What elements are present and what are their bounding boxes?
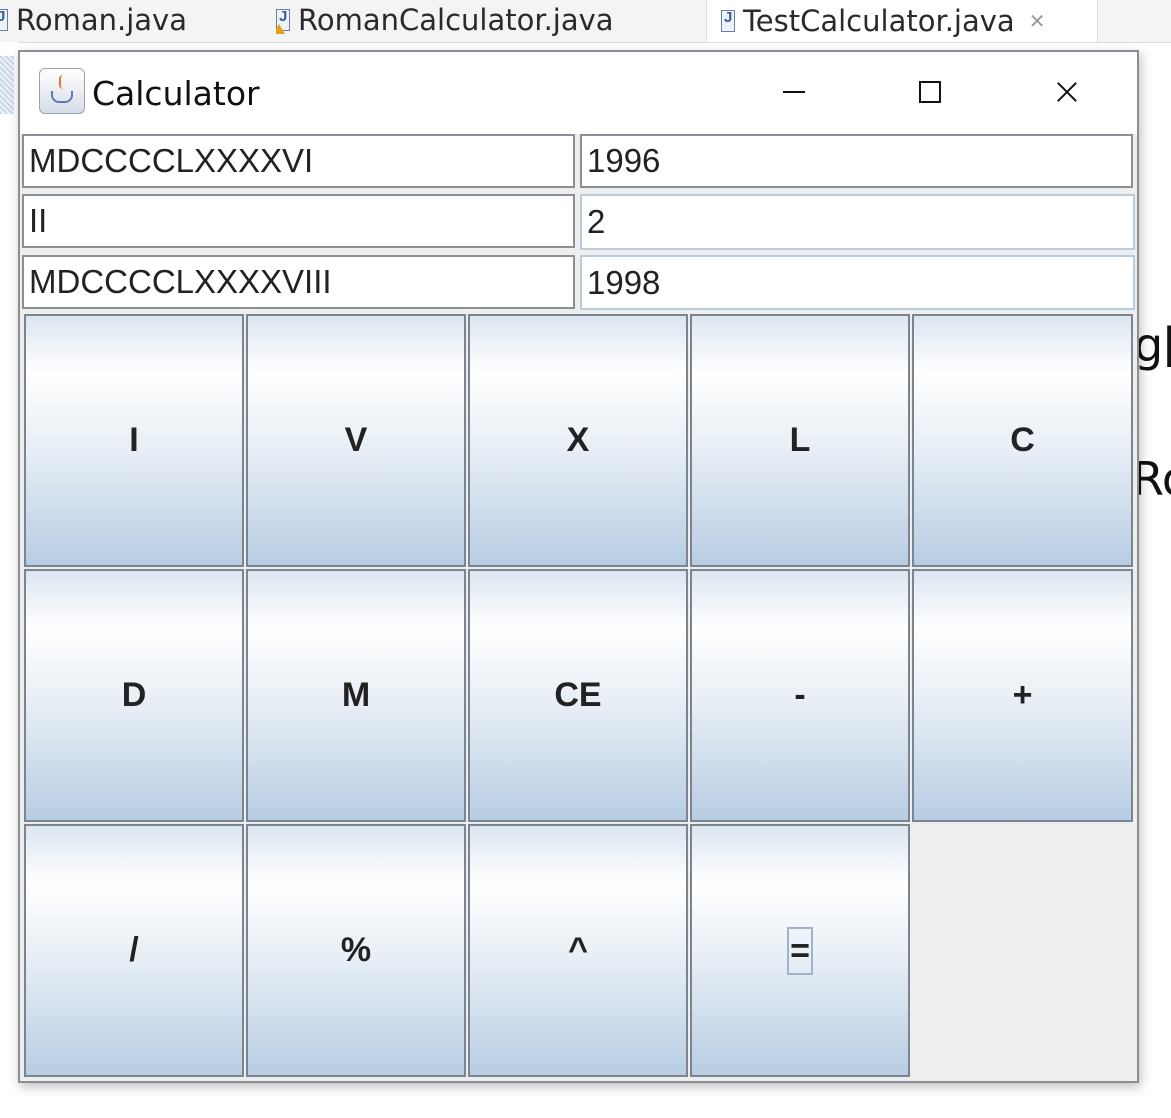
numeral-d-button[interactable]: D xyxy=(24,569,244,822)
clear-entry-button[interactable]: CE xyxy=(468,569,688,822)
tab-label: TestCalculator.java xyxy=(743,4,1015,38)
tab-romancalculator-java[interactable]: RomanCalculator.java xyxy=(276,0,696,40)
editor-code-fragment: g[ xyxy=(1134,318,1171,372)
roman-result[interactable]: MDCCCCLXXXXVIII xyxy=(22,255,575,309)
close-icon xyxy=(1056,81,1078,103)
maximize-button[interactable] xyxy=(900,62,960,122)
modulo-button[interactable]: % xyxy=(246,824,466,1077)
decimal-output-2[interactable]: 2 xyxy=(580,194,1135,250)
decimal-result[interactable]: 1998 xyxy=(580,255,1135,310)
calculator-window: Calculator MDCCCCLXXXXVI 1996 II 2 MDCCC… xyxy=(18,50,1139,1083)
close-button[interactable] xyxy=(1037,62,1097,122)
java-cup-icon xyxy=(39,68,85,114)
tab-label: RomanCalculator.java xyxy=(298,3,614,37)
divide-button[interactable]: / xyxy=(24,824,244,1077)
minimize-button[interactable] xyxy=(764,62,824,122)
equals-button[interactable]: = xyxy=(690,824,910,1077)
equals-label: = xyxy=(787,926,813,975)
numeral-x-button[interactable]: X xyxy=(468,314,688,567)
java-file-icon xyxy=(721,9,735,32)
editor-gutter xyxy=(0,42,18,1118)
java-file-icon xyxy=(0,8,8,31)
java-file-warning-icon xyxy=(276,8,290,34)
roman-input-1[interactable]: MDCCCCLXXXXVI xyxy=(22,134,575,188)
maximize-icon xyxy=(919,81,941,103)
numeral-m-button[interactable]: M xyxy=(246,569,466,822)
power-button[interactable]: ^ xyxy=(468,824,688,1077)
close-icon[interactable]: ✕ xyxy=(1029,9,1046,33)
numeral-c-button[interactable]: C xyxy=(912,314,1133,567)
tab-label: Roman.java xyxy=(16,3,187,37)
numeral-i-button[interactable]: I xyxy=(24,314,244,567)
editor-gutter-marker xyxy=(0,56,14,114)
subtract-button[interactable]: - xyxy=(690,569,910,822)
window-title: Calculator xyxy=(92,74,260,113)
roman-input-2[interactable]: II xyxy=(22,194,575,248)
title-bar[interactable]: Calculator xyxy=(20,52,1137,134)
minimize-icon xyxy=(783,91,805,93)
numeral-v-button[interactable]: V xyxy=(246,314,466,567)
decimal-output-1[interactable]: 1996 xyxy=(580,134,1133,188)
tab-roman-java[interactable]: Roman.java xyxy=(0,0,234,40)
editor-tab-bar: Roman.java RomanCalculator.java TestCalc… xyxy=(0,0,1171,43)
tab-testcalculator-java[interactable]: TestCalculator.java ✕ xyxy=(706,0,1098,42)
add-button[interactable]: + xyxy=(912,569,1133,822)
numeral-l-button[interactable]: L xyxy=(690,314,910,567)
